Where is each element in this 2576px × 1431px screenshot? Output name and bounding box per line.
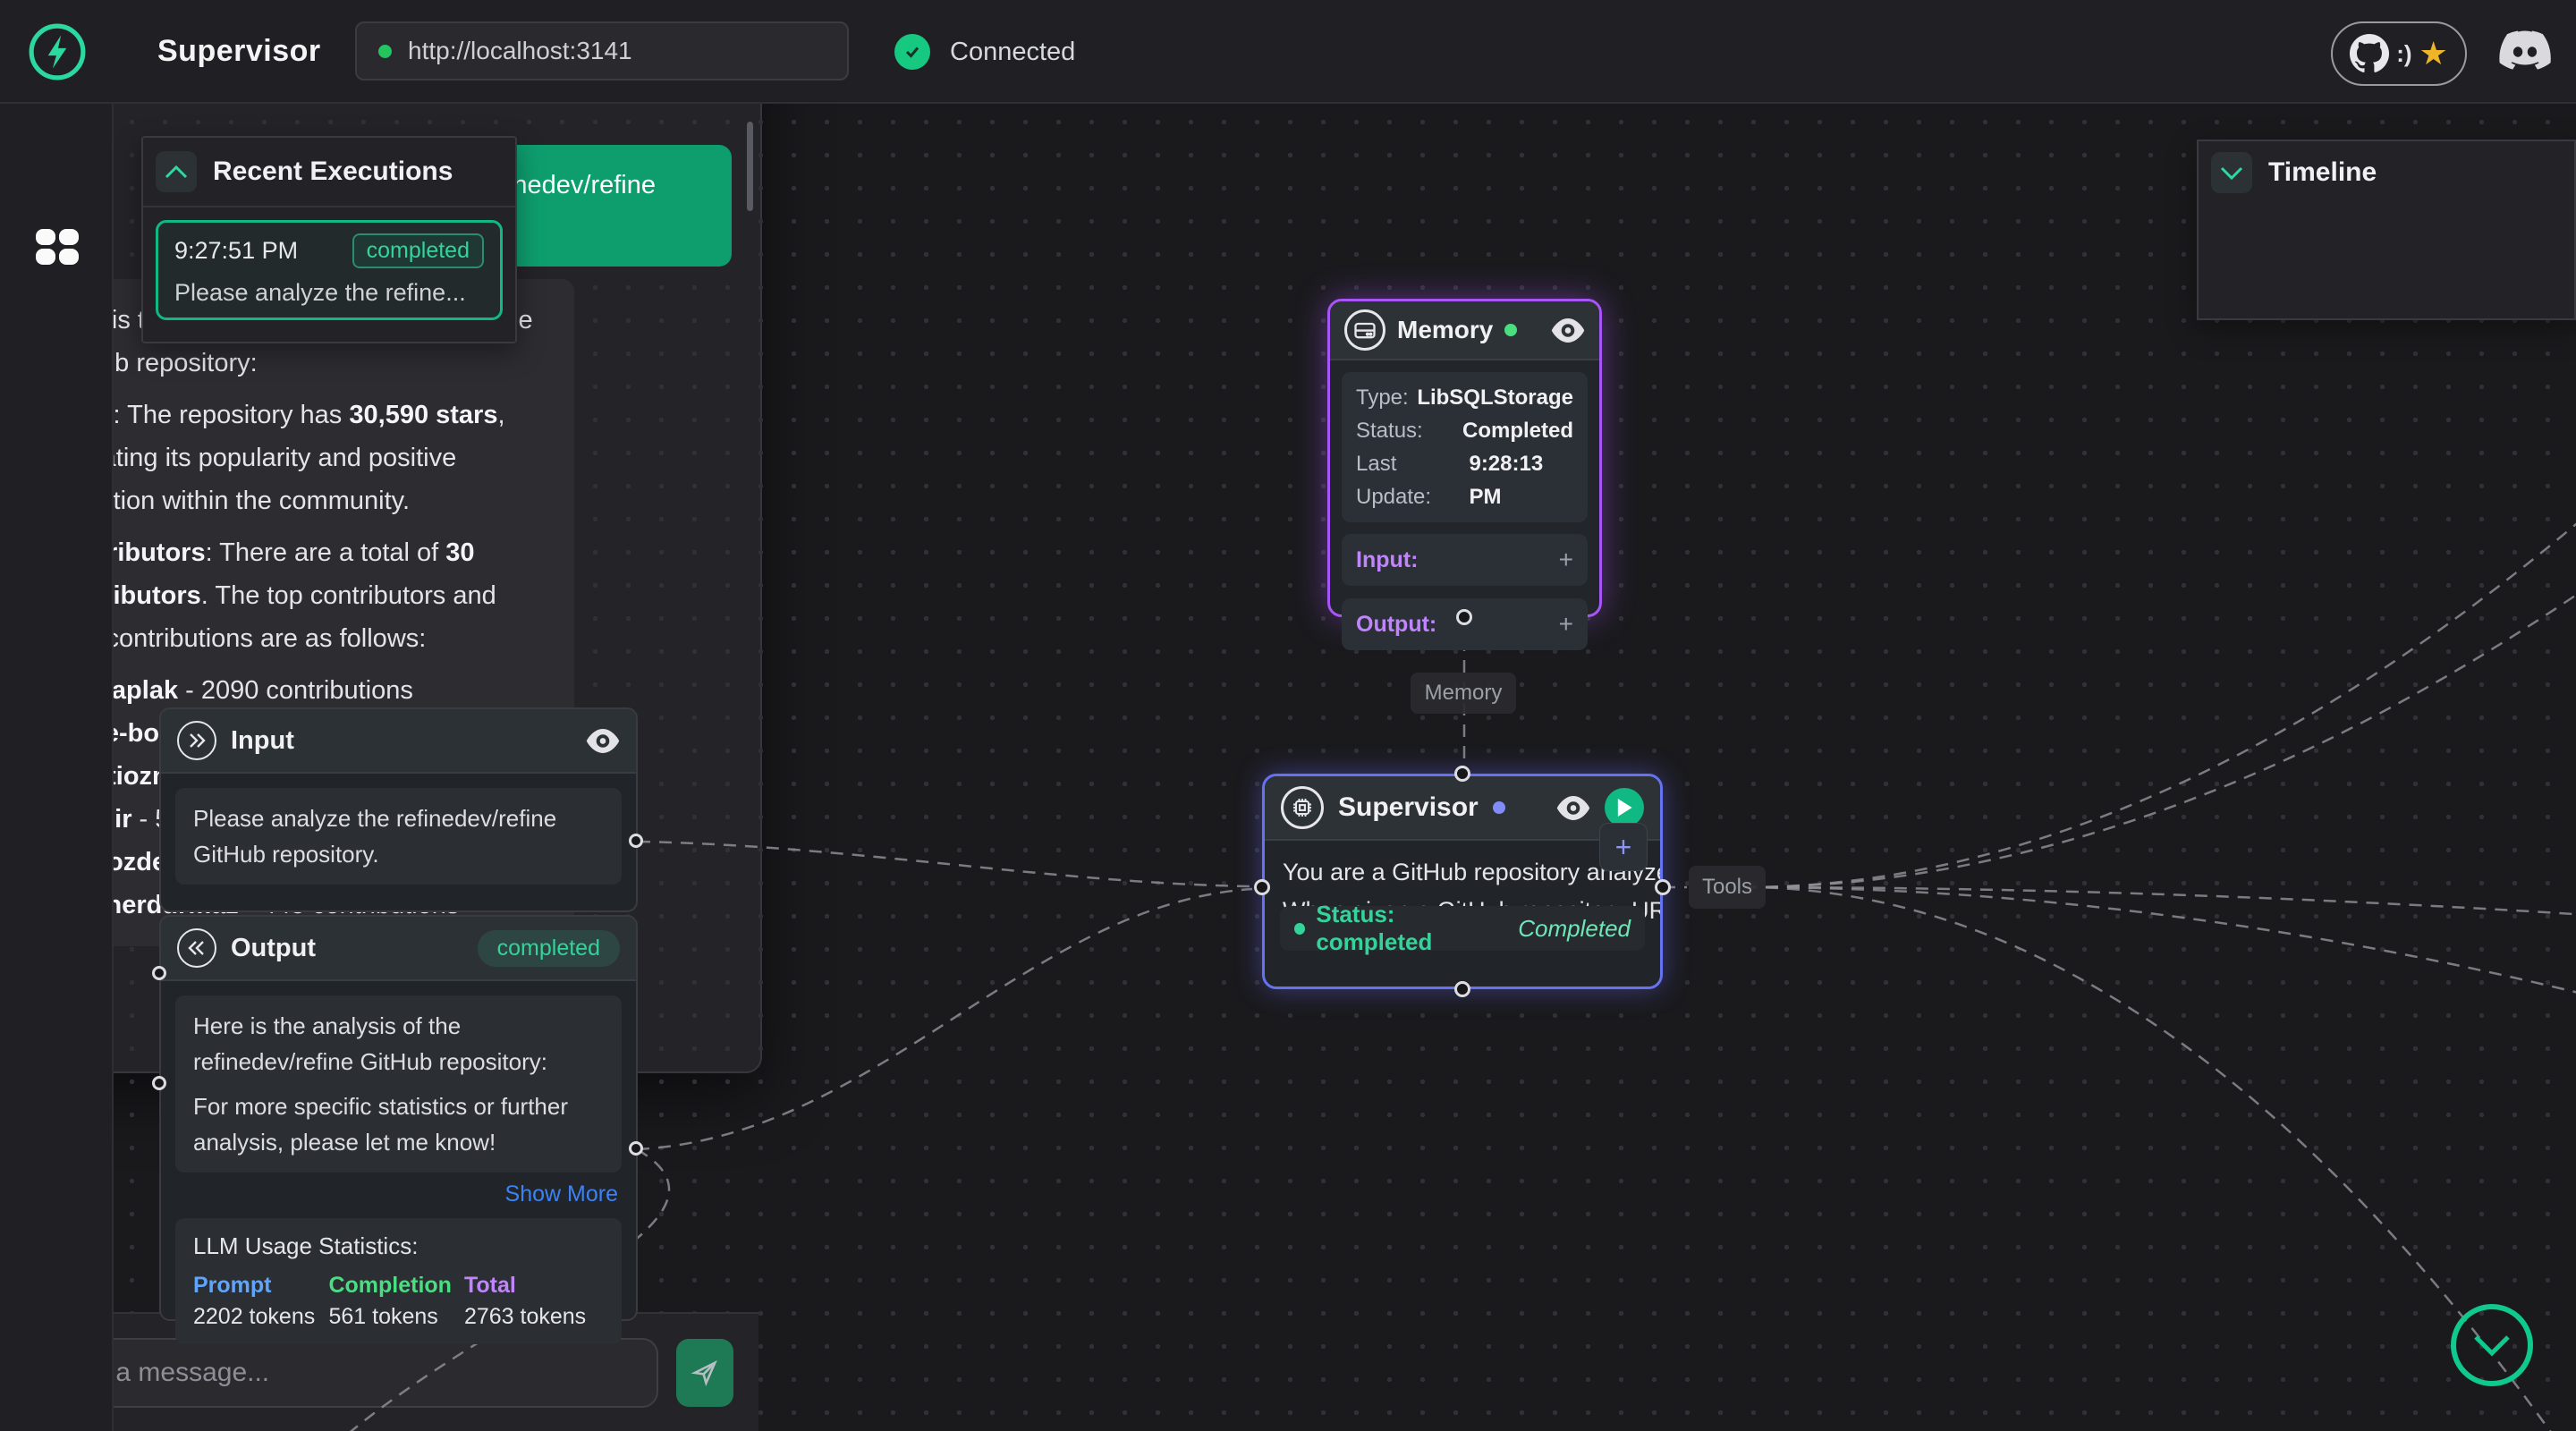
memory-lastupdate-label: Last Update: [1356, 447, 1469, 513]
assistant-paragraph: Contributors: There are a total of 30 co… [48, 531, 549, 660]
supervisor-bottom-handle[interactable] [1454, 981, 1470, 997]
server-url-input[interactable]: http://localhost:3141 [355, 21, 849, 80]
github-smiley-text: :) [2396, 40, 2411, 68]
input-node-title: Input [231, 726, 294, 756]
recent-executions-title: Recent Executions [213, 157, 453, 187]
contributor-line: omeraplak - 2090 contributions [48, 669, 549, 712]
chevron-down-icon [2472, 1334, 2512, 1357]
input-visibility-toggle-eye-icon[interactable] [586, 729, 620, 753]
status-dot [1294, 923, 1305, 935]
memory-active-dot [1504, 324, 1517, 336]
memory-lastupdate-value: 9:28:13 PM [1469, 447, 1573, 513]
output-node-title: Output [231, 934, 316, 963]
supervisor-visibility-toggle-eye-icon[interactable] [1556, 796, 1590, 820]
supervisor-left-handle[interactable] [1254, 879, 1270, 895]
llm-prompt-stat: Prompt 2202 tokens [193, 1273, 328, 1330]
supervisor-agent-dot [1493, 801, 1505, 814]
memory-output-expand-icon[interactable]: + [1559, 610, 1573, 639]
connection-status-label: Connected [950, 38, 1075, 67]
input-node[interactable]: Input Please analyze the refinedev/refin… [159, 707, 638, 912]
llm-usage-box: LLM Usage Statistics: Prompt 2202 tokens… [175, 1218, 622, 1344]
supervisor-status-bar: Status: completed Completed [1280, 906, 1645, 951]
app-title: Supervisor [157, 34, 321, 69]
input-right-handle[interactable] [629, 834, 643, 848]
memory-input-section[interactable]: Input: + [1342, 534, 1588, 586]
edge-label-tools: Tools [1689, 866, 1766, 909]
input-content: Please analyze the refinedev/refine GitH… [175, 788, 622, 885]
input-node-header[interactable]: Input [161, 709, 636, 774]
output-right-handle[interactable] [629, 1141, 643, 1156]
app-window: Memory Tools Memory Type:LibSQLStorage S… [0, 0, 2576, 1431]
double-chevron-left-icon [177, 928, 216, 968]
memory-input-label: Input: [1356, 547, 1418, 573]
timeline-collapse-button[interactable] [2211, 152, 2252, 193]
output-node-header[interactable]: Output completed [161, 917, 636, 981]
sidebar [0, 104, 114, 1431]
memory-node-title: Memory [1397, 316, 1493, 344]
supervisor-status-text: Status: completed [1316, 901, 1507, 956]
memory-type-label: Type: [1356, 381, 1409, 414]
output-left-handle-bottom[interactable] [152, 1076, 166, 1090]
execution-preview: Please analyze the refine... [174, 279, 484, 307]
llm-completion-stat: Completion 561 tokens [328, 1273, 463, 1330]
supervisor-right-handle[interactable] [1655, 879, 1671, 895]
recent-executions-panel: Recent Executions 9:27:51 PM completed P… [141, 136, 517, 343]
memory-visibility-toggle-eye-icon[interactable] [1551, 318, 1585, 343]
connected-check-icon [894, 34, 930, 70]
supervisor-run-button[interactable] [1605, 788, 1644, 827]
execution-status-badge: completed [352, 233, 484, 268]
assistant-paragraph: Stars: The repository has 30,590 stars, … [48, 394, 549, 522]
supervisor-expand-button[interactable]: + [1599, 823, 1648, 871]
output-content-para1: Here is the analysis of the refinedev/re… [193, 1008, 604, 1080]
github-star-button[interactable]: :) ★ [2331, 21, 2467, 86]
memory-bottom-handle[interactable] [1456, 609, 1472, 625]
output-content: Here is the analysis of the refinedev/re… [175, 995, 622, 1173]
memory-type-value: LibSQLStorage [1417, 381, 1573, 414]
recent-executions-collapse-button[interactable] [156, 151, 197, 192]
server-url-text: http://localhost:3141 [408, 37, 632, 65]
url-status-dot [378, 45, 392, 58]
apps-grid-icon[interactable] [0, 227, 114, 267]
output-node[interactable]: Output completed Here is the analysis of… [159, 915, 638, 1321]
app-logo-lightning-icon[interactable] [28, 22, 87, 81]
output-status-badge: completed [478, 930, 620, 967]
connection-status: Connected [894, 0, 1075, 104]
timeline-title: Timeline [2268, 157, 2377, 188]
memory-output-label: Output: [1356, 612, 1436, 638]
show-more-link[interactable]: Show More [175, 1181, 618, 1207]
chat-scrollbar[interactable] [747, 122, 753, 211]
memory-node-header[interactable]: Memory [1330, 301, 1599, 360]
memory-status-value: Completed [1462, 414, 1573, 447]
memory-input-expand-icon[interactable]: + [1559, 546, 1573, 574]
execution-item[interactable]: 9:27:51 PM completed Please analyze the … [156, 220, 503, 320]
memory-status-label: Status: [1356, 414, 1423, 447]
discord-link-icon[interactable] [2499, 30, 2551, 73]
edge-label-memory: Memory [1411, 673, 1516, 714]
llm-usage-title: LLM Usage Statistics: [193, 1232, 604, 1260]
output-content-para2: For more specific statistics or further … [193, 1088, 604, 1160]
scroll-to-bottom-button[interactable] [2451, 1304, 2533, 1386]
supervisor-instructions-line1: You are a GitHub repository analyzer. [1283, 853, 1642, 892]
memory-info-box: Type:LibSQLStorage Status: Completed Last… [1342, 372, 1588, 522]
star-icon: ★ [2419, 38, 2448, 70]
output-left-handle-top[interactable] [152, 966, 166, 980]
double-chevron-right-icon [177, 721, 216, 760]
storage-icon [1344, 309, 1385, 351]
github-icon [2350, 34, 2389, 73]
timeline-panel: Timeline [2197, 140, 2576, 320]
supervisor-node[interactable]: Supervisor You are a GitHub repository a… [1262, 774, 1663, 989]
memory-node[interactable]: Memory Type:LibSQLStorage Status: Complet… [1327, 299, 1602, 617]
supervisor-top-handle[interactable] [1454, 766, 1470, 782]
llm-total-stat: Total 2763 tokens [464, 1273, 599, 1330]
supervisor-status-value: Completed [1518, 915, 1631, 943]
agent-chip-icon [1281, 786, 1324, 829]
supervisor-node-title: Supervisor [1338, 792, 1479, 823]
execution-time: 9:27:51 PM [174, 237, 298, 265]
top-bar: Supervisor http://localhost:3141 Connect… [0, 0, 2576, 104]
